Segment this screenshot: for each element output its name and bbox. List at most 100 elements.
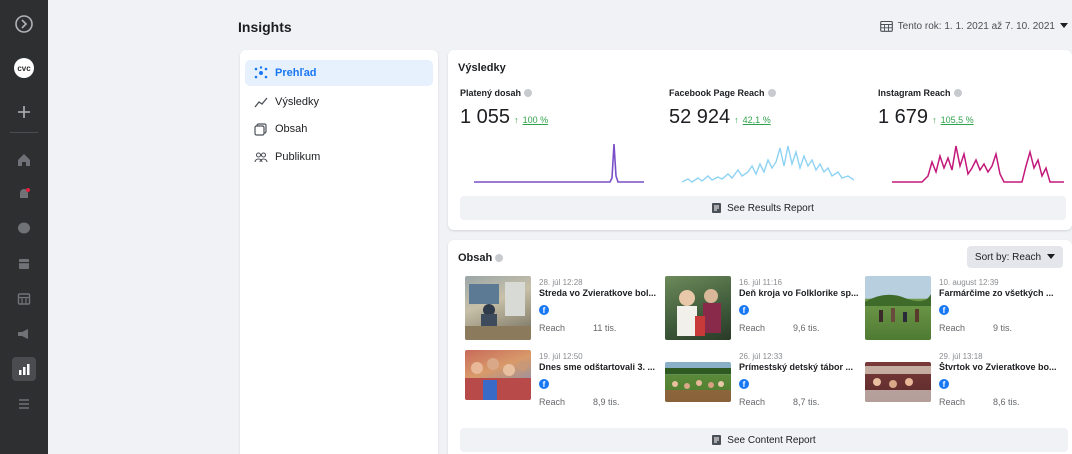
facebook-icon: f <box>739 305 749 315</box>
post-date: 29. júl 13:18 <box>939 352 983 361</box>
post-thumbnail[interactable] <box>665 362 731 402</box>
post-card[interactable]: 16. júl 11:16 Deň kroja vo Folklorike sp… <box>665 276 861 342</box>
nav-item-label: Výsledky <box>275 96 320 108</box>
sort-label: Sort by: Reach <box>974 251 1042 263</box>
content-title: Obsah <box>458 252 493 264</box>
post-thumbnail[interactable] <box>865 276 931 340</box>
post-title[interactable]: Deň kroja vo Folklorike sp... <box>739 288 863 298</box>
metric-fb-reach: 52 924 ↑ 42,1 % <box>669 106 771 129</box>
post-thumbnail[interactable] <box>665 276 731 340</box>
nav-item-overview[interactable]: Prehľad <box>245 60 433 86</box>
arrow-up-icon: ↑ <box>932 115 937 125</box>
notifications-icon[interactable] <box>12 182 36 206</box>
facebook-icon: f <box>939 379 949 389</box>
post-card[interactable]: 28. júl 12:28 Streda vo Zvieratkove bol.… <box>465 276 661 342</box>
content-title-wrap: Obsah <box>458 252 504 264</box>
metric-ig-reach: 1 679 ↑ 105,5 % <box>878 106 974 129</box>
results-title: Výsledky <box>458 62 506 74</box>
messages-icon[interactable] <box>12 216 36 240</box>
post-thumbnail[interactable] <box>465 350 531 400</box>
nav-item-content[interactable]: Obsah <box>245 116 433 142</box>
post-date: 28. júl 12:28 <box>539 278 583 287</box>
post-reach-value: 11 tis. <box>593 323 617 333</box>
metric-change[interactable]: 105,5 % <box>941 115 974 125</box>
post-reach-value: 8,7 tis. <box>793 397 820 407</box>
fb-reach-sparkline <box>682 145 854 183</box>
metric-value-text: 52 924 <box>669 106 731 128</box>
post-title[interactable]: Streda vo Zvieratkove bol... <box>539 288 663 298</box>
ig-reach-sparkline <box>892 145 1064 183</box>
info-icon[interactable] <box>495 254 504 262</box>
nav-item-results[interactable]: Výsledky <box>245 89 433 115</box>
post-reach-label: Reach <box>539 397 566 407</box>
metric-label-fb-reach: Facebook Page Reach <box>669 88 776 98</box>
menu-icon[interactable] <box>12 392 36 416</box>
create-plus-icon[interactable] <box>12 100 36 124</box>
post-reach-label: Reach <box>539 323 566 333</box>
nav-item-audience[interactable]: Publikum <box>245 144 433 170</box>
facebook-icon: f <box>539 379 549 389</box>
ads-megaphone-icon[interactable] <box>12 322 36 346</box>
results-card: Výsledky Platený dosah 1 055 ↑ 100 % Fac… <box>448 50 1072 230</box>
left-rail: cvc <box>0 0 48 454</box>
info-icon[interactable] <box>767 89 776 97</box>
facebook-icon: f <box>539 305 549 315</box>
post-title[interactable]: Prímestský detský tábor ... <box>739 362 863 372</box>
see-results-report-label: See Results Report <box>727 202 814 214</box>
calendar-icon[interactable] <box>12 287 36 311</box>
overview-icon <box>254 66 268 79</box>
content-icon <box>254 123 267 136</box>
metric-label-text: Instagram Reach <box>878 88 951 98</box>
see-content-report-label: See Content Report <box>727 434 816 446</box>
caret-down-icon <box>1047 254 1056 259</box>
content-card: Obsah <box>448 240 1072 454</box>
metric-paid-reach: 1 055 ↑ 100 % <box>460 106 548 129</box>
sort-dropdown[interactable]: Sort by: Reach <box>967 246 1063 268</box>
post-title[interactable]: Štvrtok vo Zvieratkove bo... <box>939 362 1063 372</box>
insights-nav-panel: Prehľad Výsledky Obsah Publikum <box>240 50 438 454</box>
facebook-icon: f <box>939 305 949 315</box>
date-range-label: Tento rok: 1. 1. 2021 až 7. 10. 2021 <box>897 20 1055 32</box>
metric-label-text: Facebook Page Reach <box>669 88 765 98</box>
info-icon[interactable] <box>524 89 533 97</box>
paid-reach-line <box>474 143 644 183</box>
page-title: Insights <box>238 19 292 35</box>
fb-reach-line <box>682 145 854 183</box>
post-reach-label: Reach <box>739 397 766 407</box>
metric-label-text: Platený dosah <box>460 88 522 98</box>
calendar-icon <box>879 20 893 32</box>
post-thumbnail[interactable] <box>865 362 931 402</box>
post-card[interactable]: 10. august 12:39 Farmárčime zo všetkých … <box>865 276 1061 342</box>
metric-change[interactable]: 42,1 % <box>743 115 771 125</box>
see-content-report-button[interactable]: See Content Report <box>460 428 1068 452</box>
meta-logo-icon[interactable] <box>12 12 36 36</box>
report-icon <box>712 203 722 213</box>
post-title[interactable]: Farmárčime zo všetkých ... <box>939 288 1063 298</box>
rail-divider <box>10 132 38 133</box>
post-card[interactable]: 26. júl 12:33 Prímestský detský tábor ..… <box>665 350 861 416</box>
post-reach-value: 8,9 tis. <box>593 397 620 407</box>
insights-icon[interactable] <box>12 357 36 381</box>
arrow-up-icon: ↑ <box>734 115 739 125</box>
publishing-icon[interactable] <box>12 252 36 276</box>
info-icon[interactable] <box>953 89 962 97</box>
post-thumbnail[interactable] <box>465 276 531 340</box>
post-reach-label: Reach <box>939 397 966 407</box>
arrow-up-icon: ↑ <box>514 115 519 125</box>
post-reach-value: 9 tis. <box>993 323 1013 333</box>
caret-down-icon <box>1060 23 1068 28</box>
nav-item-label: Publikum <box>275 151 321 163</box>
post-card[interactable]: 29. júl 13:18 Štvrtok vo Zvieratkove bo.… <box>865 350 1061 416</box>
page-avatar[interactable]: cvc <box>12 56 36 80</box>
home-icon[interactable] <box>12 148 36 172</box>
metric-change[interactable]: 100 % <box>523 115 549 125</box>
metric-label-paid-reach: Platený dosah <box>460 88 533 98</box>
post-card[interactable]: 19. júl 12:50 Dnes sme odštartovali 3. .… <box>465 350 661 416</box>
metric-value-text: 1 679 <box>878 106 929 128</box>
date-range-picker[interactable]: Tento rok: 1. 1. 2021 až 7. 10. 2021 <box>879 20 1068 32</box>
post-title[interactable]: Dnes sme odštartovali 3. ... <box>539 362 663 372</box>
metric-label-ig-reach: Instagram Reach <box>878 88 962 98</box>
see-results-report-button[interactable]: See Results Report <box>460 196 1066 220</box>
post-reach-value: 8,6 tis. <box>993 397 1020 407</box>
post-reach-label: Reach <box>739 323 766 333</box>
